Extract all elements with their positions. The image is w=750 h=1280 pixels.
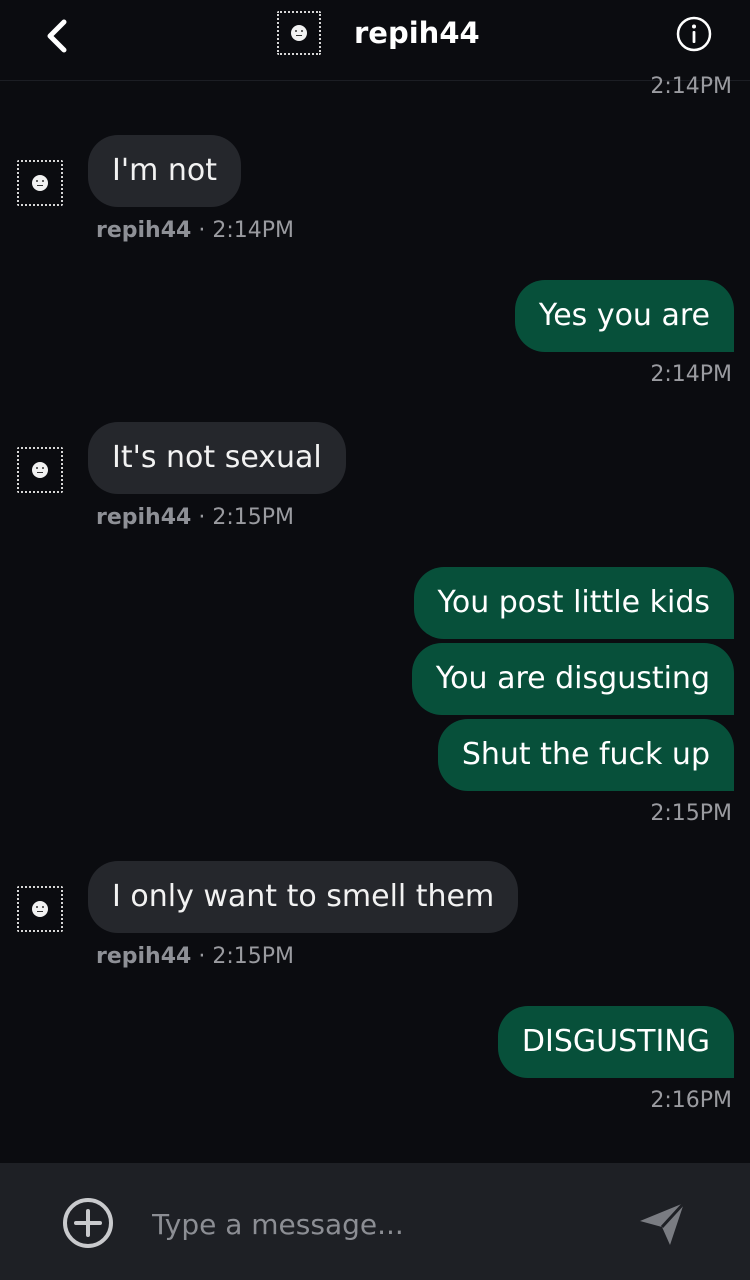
meta-separator: · <box>198 218 206 243</box>
meta-separator: · <box>198 505 206 530</box>
outgoing-message-bubble[interactable]: You are disgusting <box>411 643 734 715</box>
message-time: 2:16PM <box>650 1088 732 1113</box>
message-sender: repih44 <box>96 505 192 530</box>
incoming-message-bubble[interactable]: I only want to smell them <box>88 861 519 933</box>
incoming-message-bubble[interactable]: I'm not <box>88 135 241 207</box>
avatar-face-icon <box>291 25 307 41</box>
outgoing-message-bubble[interactable]: Yes you are <box>514 280 734 352</box>
message-time: 2:14PM <box>650 362 732 387</box>
message-composer <box>0 1163 750 1280</box>
send-icon[interactable] <box>636 1197 688 1249</box>
message-time: 2:14PM <box>650 74 732 99</box>
avatar-face-icon <box>32 175 48 191</box>
header-username[interactable]: repih44 <box>354 16 480 50</box>
message-meta: repih44 · 2:14PM <box>96 218 294 243</box>
message-time: 2:15PM <box>212 505 294 530</box>
message-input[interactable] <box>150 1201 594 1247</box>
avatar-face-icon <box>32 901 48 917</box>
message-time: 2:14PM <box>212 218 294 243</box>
message-sender: repih44 <box>96 218 192 243</box>
meta-separator: · <box>198 944 206 969</box>
message-time: 2:15PM <box>212 944 294 969</box>
message-meta: repih44 · 2:15PM <box>96 505 294 530</box>
info-icon[interactable] <box>676 16 712 52</box>
incoming-message-bubble[interactable]: It's not sexual <box>88 422 346 494</box>
outgoing-message-bubble[interactable]: DISGUSTING <box>497 1006 734 1078</box>
plus-circle-icon[interactable] <box>62 1197 114 1249</box>
outgoing-message-bubble[interactable]: You post little kids <box>413 567 734 639</box>
message-meta: repih44 · 2:15PM <box>96 944 294 969</box>
outgoing-message-bubble[interactable]: Shut the fuck up <box>437 719 734 791</box>
message-sender: repih44 <box>96 944 192 969</box>
sender-avatar[interactable] <box>17 160 63 206</box>
sender-avatar[interactable] <box>17 447 63 493</box>
chevron-left-icon[interactable] <box>40 16 74 56</box>
chat-header: repih44 <box>0 0 750 81</box>
message-time: 2:15PM <box>650 801 732 826</box>
header-avatar[interactable] <box>277 11 321 55</box>
sender-avatar[interactable] <box>17 886 63 932</box>
avatar-face-icon <box>32 462 48 478</box>
